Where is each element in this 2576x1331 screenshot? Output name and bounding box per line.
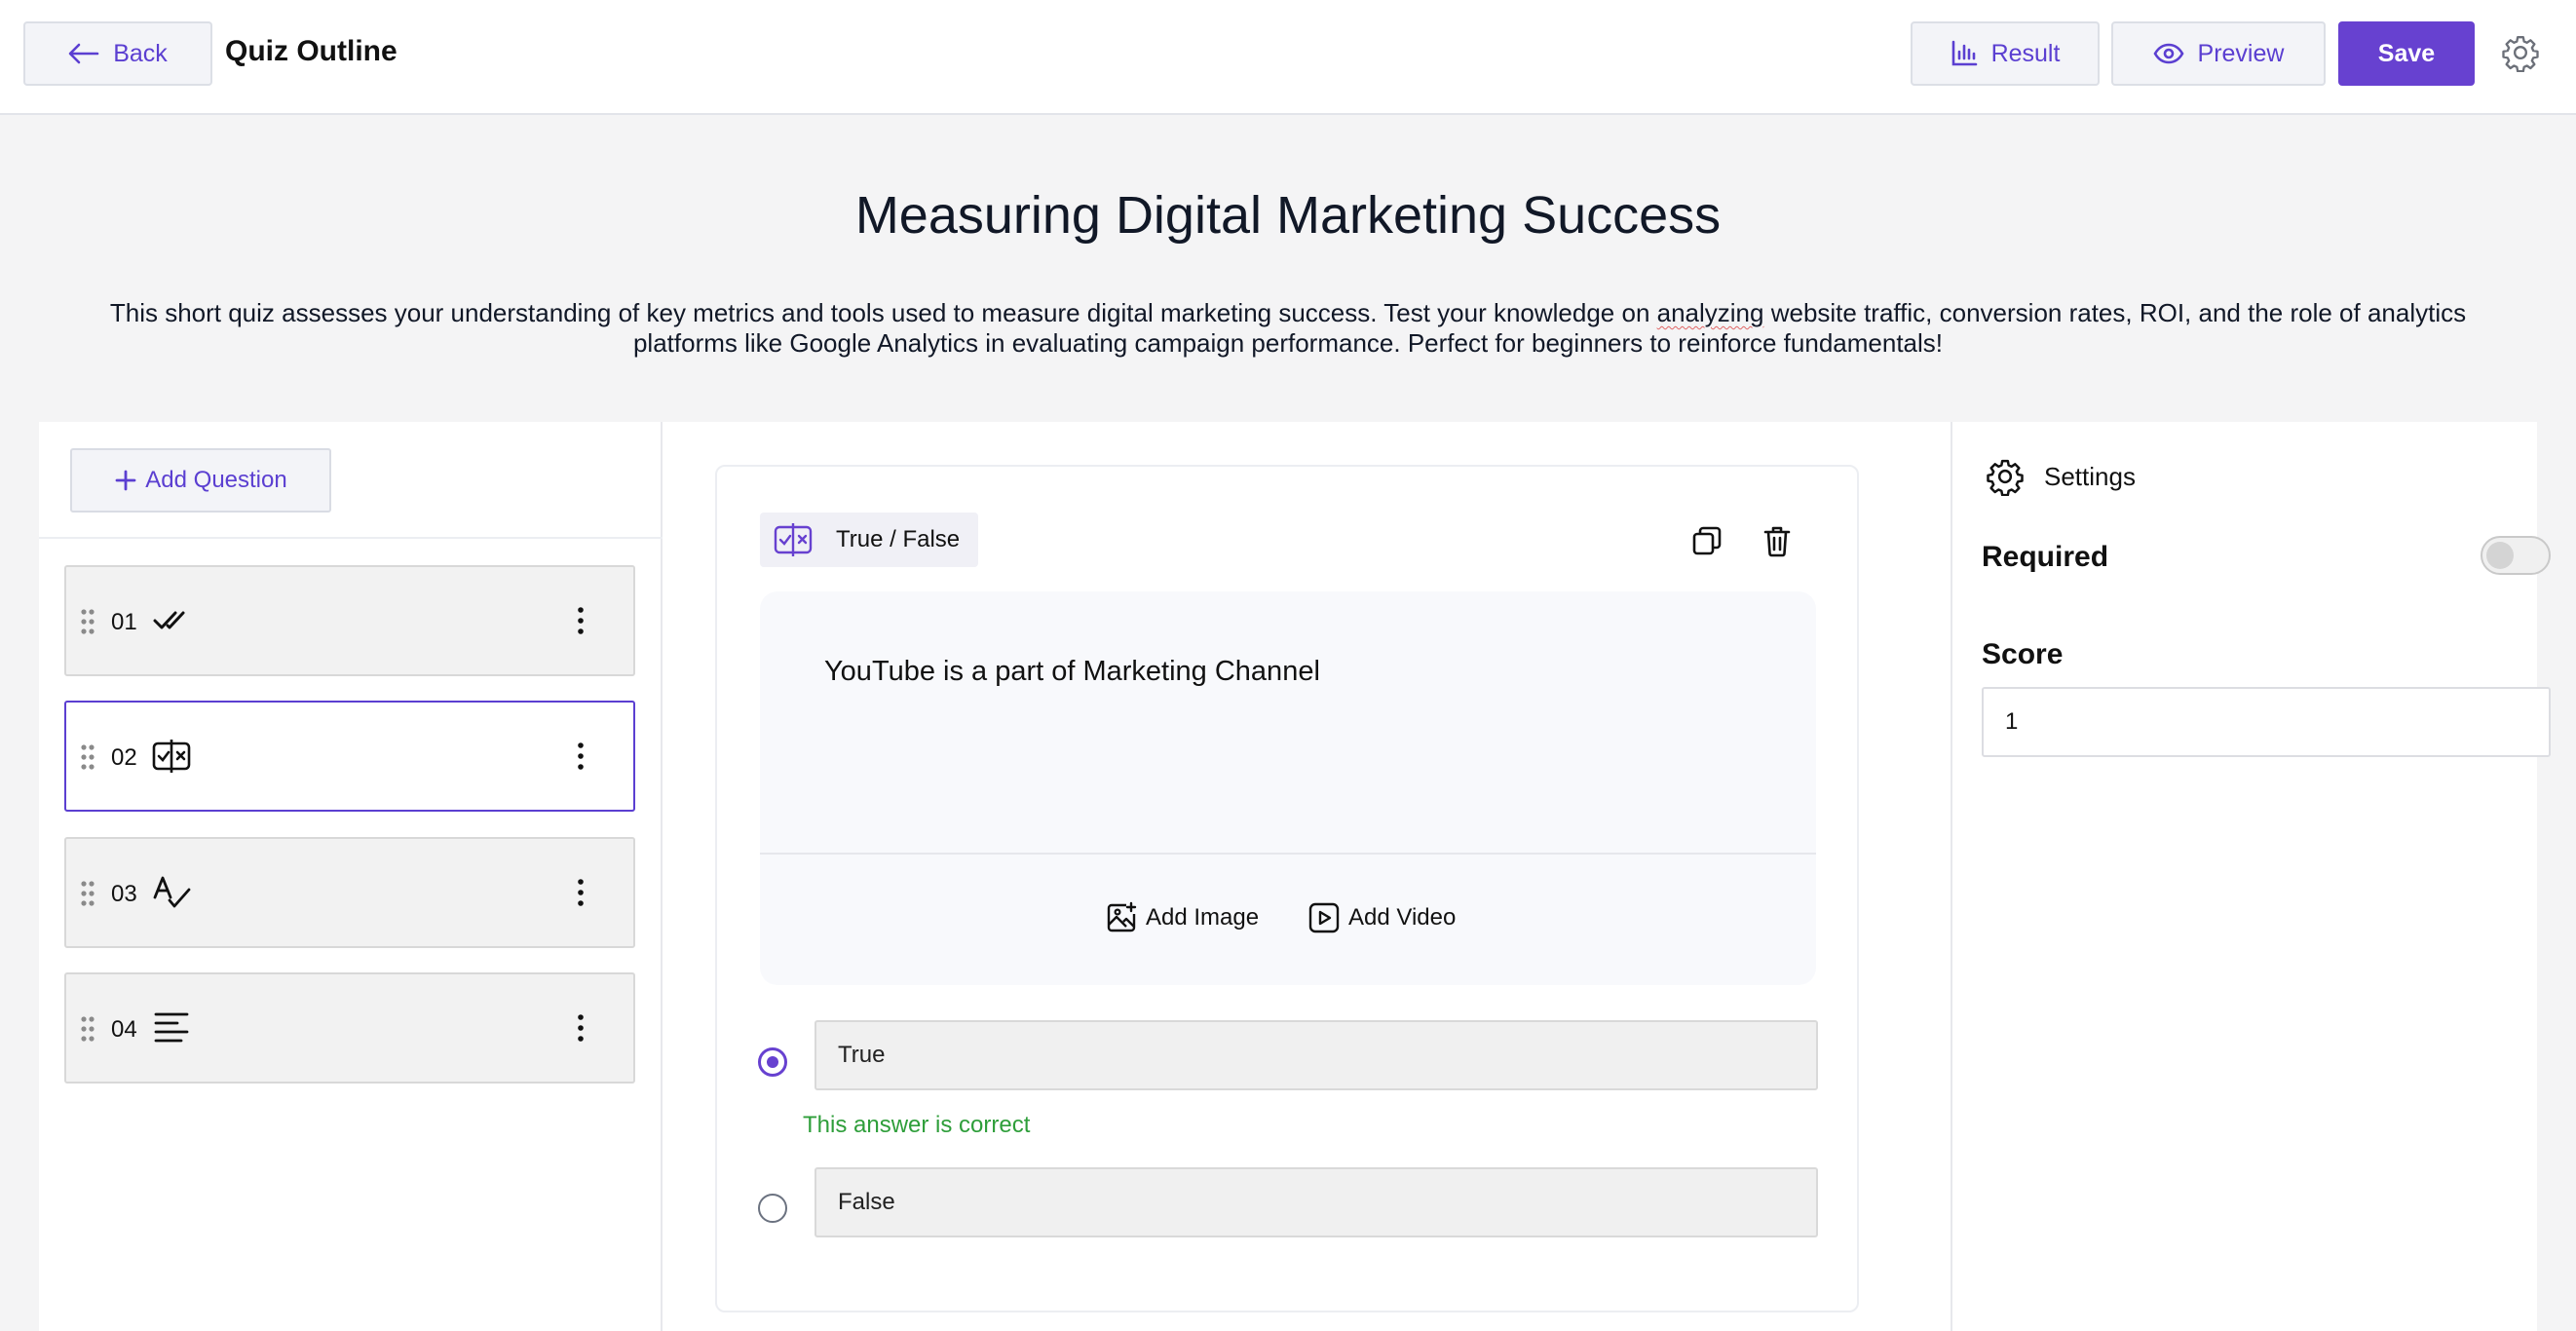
result-button[interactable]: Result [1911,21,2100,86]
double-check-icon [152,602,187,637]
answer-radio-false[interactable] [758,1194,787,1223]
add-question-label: Add Question [145,467,287,493]
duplicate-icon[interactable] [1691,525,1723,556]
preview-button[interactable]: Preview [2111,21,2326,86]
page-title: Quiz Outline [225,35,398,67]
question-item-01[interactable]: 01 [64,565,635,676]
misspelled-word: analyzing [1656,298,1764,327]
question-number: 04 [111,1016,137,1043]
add-image-label: Add Image [1146,904,1260,931]
eye-icon [2153,43,2184,64]
question-number: 03 [111,881,137,907]
divider [760,853,1816,855]
save-button[interactable]: Save [2338,21,2475,86]
back-button[interactable]: Back [23,21,212,86]
score-input[interactable] [1982,687,2551,757]
quiz-title[interactable]: Measuring Digital Marketing Success [0,185,2576,246]
add-video-label: Add Video [1348,904,1457,931]
editor-panel: Add Question 01 02 03 04 True / False Yo… [39,422,2551,1331]
answer-radio-true[interactable] [758,1047,787,1077]
question-list-sidebar: Add Question 01 02 03 04 [39,422,663,1331]
preview-label: Preview [2197,39,2285,67]
question-content-box: YouTube is a part of Marketing Channel A… [760,591,1816,985]
question-type-chip[interactable]: True / False [760,513,978,567]
correct-answer-note: This answer is correct [803,1112,1031,1138]
answer-option-true[interactable]: True [814,1020,1818,1090]
spell-check-icon [152,874,193,911]
plus-icon [114,469,137,492]
settings-header: Settings [1986,457,2136,496]
result-label: Result [1990,39,2061,67]
answer-option-false[interactable]: False [814,1167,1818,1237]
more-vertical-icon[interactable] [575,877,587,908]
more-vertical-icon[interactable] [575,605,587,636]
quiz-description-part1: This short quiz assesses your understand… [109,298,1657,327]
required-label: Required [1982,541,2109,573]
quiz-description[interactable]: This short quiz assesses your understand… [88,298,2488,359]
add-video-button[interactable]: Add Video [1307,901,1456,934]
drag-handle-icon[interactable] [80,608,95,635]
question-number: 02 [111,744,137,771]
settings-panel: Settings Required Score [1951,422,2551,1331]
divider [39,537,663,539]
add-image-button[interactable]: Add Image [1105,901,1259,934]
gear-icon[interactable] [2501,33,2540,72]
drag-handle-icon[interactable] [80,743,95,771]
question-item-03[interactable]: 03 [64,837,635,948]
add-question-button[interactable]: Add Question [70,448,331,513]
question-type-label: True / False [836,526,961,552]
more-vertical-icon[interactable] [575,741,587,772]
true-false-icon [774,521,814,558]
drag-handle-icon[interactable] [80,880,95,907]
required-toggle[interactable] [2481,536,2551,575]
more-vertical-icon[interactable] [575,1012,587,1044]
video-play-icon [1307,901,1341,934]
question-editor: True / False YouTube is a part of Market… [663,422,1951,1331]
true-false-icon [152,738,193,775]
arrow-left-icon [68,43,99,64]
image-add-icon [1105,901,1138,934]
settings-title: Settings [2044,461,2136,491]
gear-icon [1986,457,2025,496]
question-item-04[interactable]: 04 [64,972,635,1084]
bar-chart-icon [1951,40,1978,67]
drag-handle-icon[interactable] [80,1015,95,1043]
top-bar: Back Quiz Outline Result Preview Save [0,0,2576,115]
question-card: True / False YouTube is a part of Market… [715,465,1859,1312]
question-item-02[interactable]: 02 [64,701,635,812]
question-number: 01 [111,609,137,635]
question-text[interactable]: YouTube is a part of Marketing Channel [824,656,1320,688]
back-label: Back [113,39,168,67]
paragraph-lines-icon [152,1009,193,1046]
score-label: Score [1982,638,2064,670]
trash-icon[interactable] [1762,524,1792,557]
